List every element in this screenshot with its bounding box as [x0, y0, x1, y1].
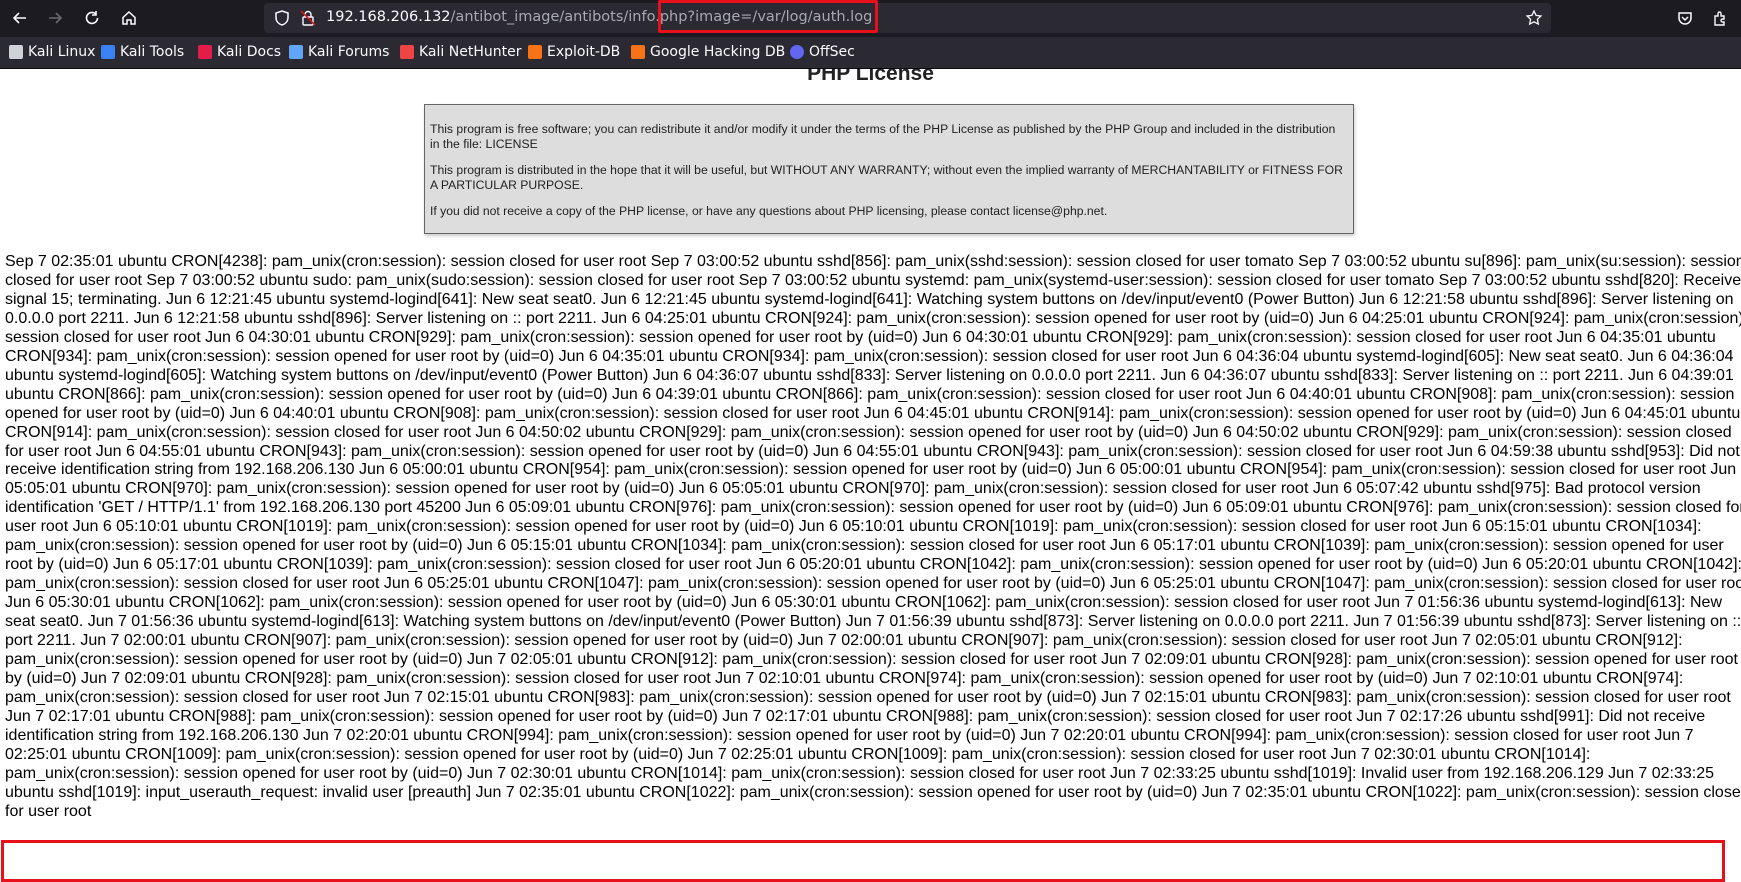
- bookmark-offsec[interactable]: OffSec: [790, 44, 855, 60]
- offsec-icon: [790, 45, 804, 59]
- bookmark-label: Kali Linux: [28, 44, 96, 60]
- kali-nethunter-icon: [400, 45, 414, 59]
- log-highlight-annotation: [1, 840, 1725, 882]
- bookmark-label: Kali NetHunter: [419, 44, 522, 60]
- bookmark-kali-nethunter[interactable]: Kali NetHunter: [400, 44, 521, 60]
- auth-log-output: Sep 7 02:35:01 ubuntu CRON[4238]: pam_un…: [5, 253, 1741, 820]
- reload-icon: [85, 11, 99, 25]
- bookmark-kali-linux[interactable]: Kali Linux: [9, 44, 95, 60]
- tracking-shield-icon[interactable]: [273, 9, 291, 27]
- license-box: This program is free software; you can r…: [424, 104, 1354, 234]
- bookmark-kali-tools[interactable]: Kali Tools: [101, 44, 184, 60]
- extensions-icon[interactable]: [1711, 9, 1729, 27]
- kali-forums-icon: [289, 45, 303, 59]
- bookmark-label: Kali Docs: [217, 44, 282, 60]
- url-highlight-annotation: [658, 0, 878, 33]
- bookmark-kali-forums[interactable]: Kali Forums: [289, 44, 389, 60]
- bookmark-star-icon[interactable]: [1525, 9, 1543, 27]
- reload-button[interactable]: [77, 3, 107, 33]
- forward-button[interactable]: [40, 3, 70, 33]
- kali-dragon-icon: [9, 45, 23, 59]
- license-paragraph: If you did not receive a copy of the PHP…: [430, 204, 1108, 218]
- bookmark-google-hacking-db[interactable]: Google Hacking DB: [631, 44, 785, 60]
- bookmark-label: Exploit-DB: [547, 44, 621, 60]
- page-content: PHP License This program is free softwar…: [0, 69, 1741, 882]
- bookmark-kali-docs[interactable]: Kali Docs: [198, 44, 281, 60]
- license-paragraph: This program is distributed in the hope …: [430, 163, 1343, 192]
- license-paragraph: This program is free software; you can r…: [430, 122, 1336, 151]
- back-button[interactable]: [5, 3, 35, 33]
- kali-tools-icon: [101, 45, 115, 59]
- bookmark-label: Google Hacking DB: [650, 44, 786, 60]
- exploit-db-icon: [528, 45, 542, 59]
- bookmark-exploit-db[interactable]: Exploit-DB: [528, 44, 620, 60]
- kali-docs-icon: [198, 45, 212, 59]
- bookmarks-toolbar: Kali Linux Kali Tools Kali Docs Kali For…: [0, 37, 1741, 69]
- bookmark-label: Kali Forums: [308, 44, 390, 60]
- page-title: PHP License: [807, 69, 934, 85]
- home-button[interactable]: [114, 3, 144, 33]
- arrow-right-icon: [49, 12, 63, 24]
- bookmark-label: Kali Tools: [120, 44, 185, 60]
- bookmark-label: OffSec: [809, 44, 855, 60]
- url-host: 192.168.206.132: [326, 9, 451, 25]
- ghdb-icon: [631, 45, 645, 59]
- arrow-left-icon: [12, 12, 26, 24]
- lock-insecure-icon[interactable]: [299, 9, 317, 27]
- home-icon: [122, 10, 136, 25]
- address-bar[interactable]: 192.168.206.132/antibot_image/antibots/i…: [264, 3, 1551, 33]
- pocket-icon[interactable]: [1676, 9, 1694, 27]
